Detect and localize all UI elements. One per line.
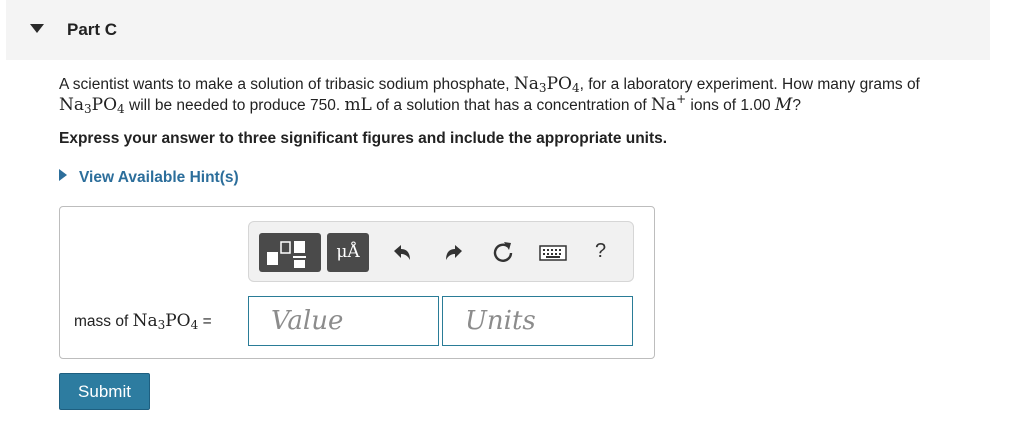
submit-button[interactable]: Submit [59, 373, 150, 410]
redo-icon[interactable] [443, 242, 465, 264]
part-title: Part C [67, 20, 118, 39]
templates-icon [267, 241, 306, 268]
question-text: A scientist wants to make a solution of … [59, 74, 920, 116]
formula: Na3PO4 [513, 74, 580, 95]
formula: Na3PO4 [132, 311, 199, 332]
units-input[interactable]: Units [442, 296, 633, 346]
undo-icon[interactable] [391, 242, 413, 264]
templates-button[interactable] [259, 233, 321, 272]
value-input[interactable]: Value [248, 296, 439, 346]
answer-label: mass of Na3PO4 = [74, 311, 212, 332]
units-icon: μÅ [336, 242, 360, 262]
keyboard-icon[interactable] [539, 245, 567, 261]
formula: Na3PO4 [59, 95, 125, 116]
math-toolbar: μÅ ? [248, 221, 634, 282]
help-icon[interactable]: ? [595, 240, 606, 263]
part-header[interactable]: Part C [6, 0, 990, 60]
units-button[interactable]: μÅ [327, 233, 369, 272]
reset-icon[interactable] [491, 240, 515, 264]
expand-caret-icon [59, 169, 67, 181]
instruction-text: Express your answer to three significant… [59, 130, 668, 147]
view-hints-link[interactable]: View Available Hint(s) [59, 169, 239, 187]
collapse-caret-icon[interactable] [30, 24, 44, 33]
